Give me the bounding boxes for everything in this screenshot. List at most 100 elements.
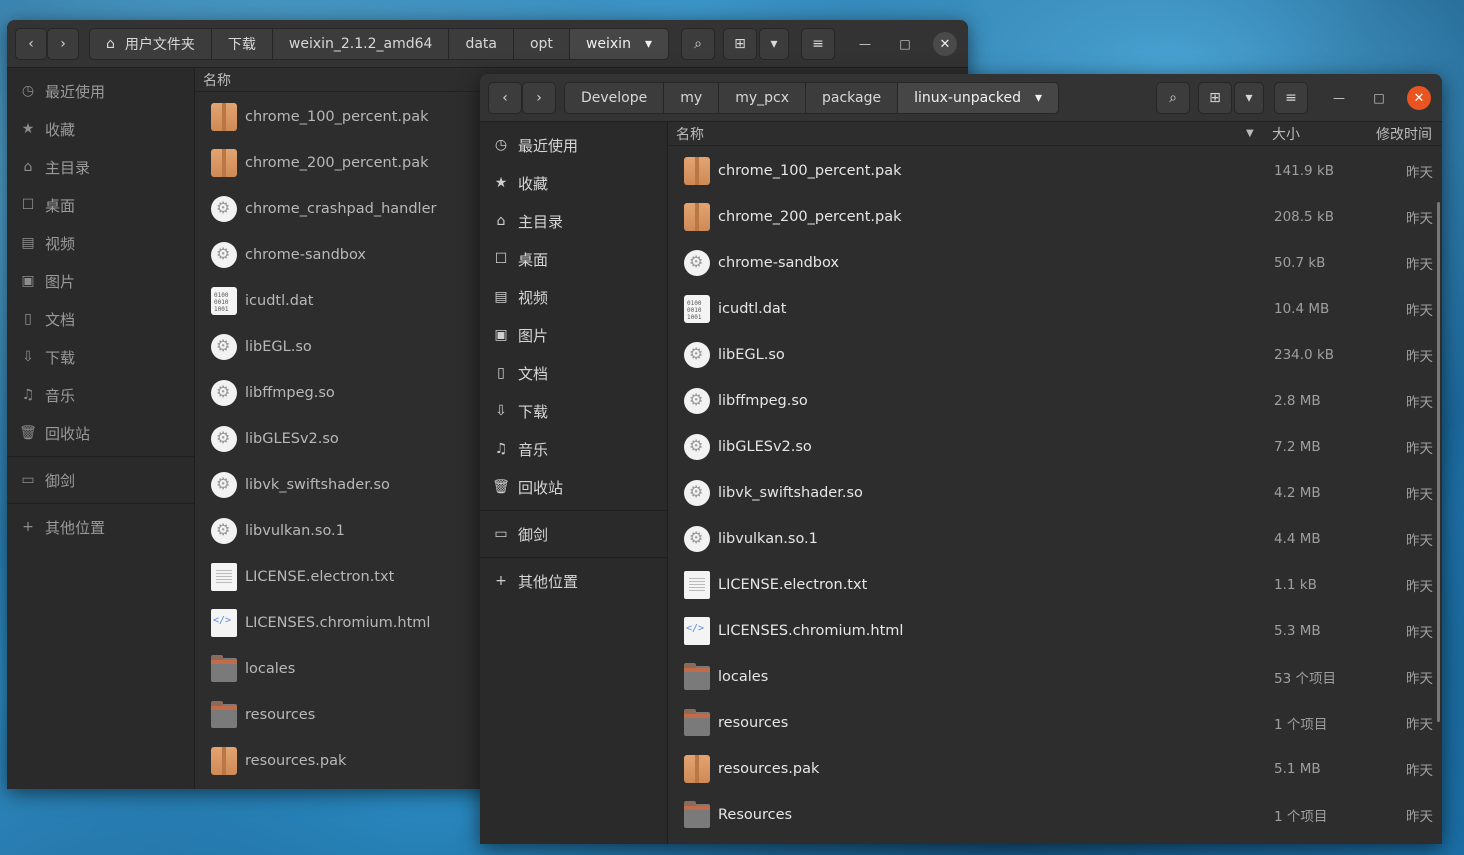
sidebar-item[interactable]: ▭ 御剑 [480,515,667,553]
forward-button[interactable]: › [47,28,79,60]
path-crumb-label: 用户文件夹 [124,37,195,53]
file-size: 10.4 MB [1274,301,1330,317]
header-bar: ‹ › Develope my my_pcx package linux-unpacke… [480,74,1442,122]
file-row[interactable]: libvulkan.so.1 4.4 MB 昨天 [668,516,1442,562]
view-grid-button[interactable]: ⊞ [1198,82,1232,114]
sidebar-item[interactable]: ⇩ 下载 [7,338,194,376]
download-icon: ⇩ [495,403,507,419]
column-size[interactable]: 大小 [1272,124,1300,144]
menu-button[interactable]: ≡ [801,28,835,60]
file-row[interactable]: LICENSES.chromium.html 5.3 MB 昨天 [668,608,1442,654]
sidebar-item[interactable]: + 其他位置 [480,562,667,600]
forward-button[interactable]: › [522,82,556,114]
sidebar-item[interactable]: ♫ 音乐 [480,430,667,468]
file-size: 50.7 kB [1274,255,1326,271]
sidebar-item[interactable]: ▯ 文档 [7,300,194,338]
close-button[interactable]: ✕ [933,32,957,56]
sidebar-item-label: 视频 [45,234,76,253]
sidebar-item[interactable]: ▤ 视频 [480,278,667,316]
file-manager-window-front[interactable]: ‹ › Develope my my_pcx package linux-unpacke… [480,74,1442,844]
file-row[interactable]: libEGL.so234.0 kB昨天 [668,332,1442,378]
minimize-button[interactable]: — [1327,86,1351,110]
file-row[interactable]: chrome-sandbox 50.7 kB 昨天 [668,240,1442,286]
view-options-button[interactable]: ▾ [759,28,789,60]
sidebar-item[interactable]: ★ 收藏 [7,110,194,148]
star-icon: ★ [21,121,35,137]
sidebar-item[interactable]: ⌂ 主目录 [7,148,194,186]
path-crumb[interactable]: data [449,29,514,59]
maximize-button[interactable]: □ [893,32,917,56]
file-row[interactable]: LICENSE.electron.txt 1.1 kB 昨天 [668,562,1442,608]
scrollbar[interactable] [1437,202,1440,722]
back-button[interactable]: ‹ [488,82,522,114]
file-modified: 昨天 [1406,763,1433,779]
header-bar: ‹ › ⌂ 用户文件夹 下载 weixin_2.1.2_amd64 data opt wei… [7,20,968,68]
sidebar-item[interactable]: ▣ 图片 [7,262,194,300]
file-row[interactable]: 0100 0010 1001 icudtl.dat 10.4 MB 昨天 [668,286,1442,332]
file-size: 1.1 kB [1274,577,1317,593]
file-modified: 昨天 [1406,579,1433,595]
path-crumb[interactable]: 下载 [212,29,273,59]
clock-icon: ◷ [494,137,508,153]
sidebar-item-label: 最近使用 [518,136,579,155]
file-size: 53 个项目 [1274,671,1336,687]
sidebar-item[interactable]: 🗑 回收站 [480,468,667,506]
sidebar-item[interactable]: + 其他位置 [7,508,194,546]
path-crumb[interactable]: my [664,83,720,113]
sidebar-item[interactable]: ▤ 视频 [7,224,194,262]
sidebar-item-label: 文档 [45,310,76,329]
back-button[interactable]: ‹ [15,28,47,60]
file-row[interactable]: libffmpeg.so 2.8 MB 昨天 [668,378,1442,424]
file-row[interactable]: locales 53 个项目 昨天 [668,654,1442,700]
path-crumb-home[interactable]: ⌂ 用户文件夹 [90,29,212,59]
column-modified[interactable]: 修改时间 [1376,124,1432,144]
star-icon: ★ [494,175,508,191]
sidebar-item[interactable]: 🗑 回收站 [7,414,194,452]
path-crumb[interactable]: my_pcx [719,83,806,113]
search-button[interactable]: ⌕ [1156,82,1190,114]
file-row[interactable]: resources 1 个项目 昨天 [668,700,1442,746]
maximize-icon: □ [1373,91,1385,105]
sidebar-item[interactable]: ★ 收藏 [480,164,667,202]
sidebar-item[interactable]: ▭ 御剑 [7,461,194,499]
view-options-button[interactable]: ▾ [1234,82,1264,114]
sidebar-item[interactable]: ☐ 桌面 [7,186,194,224]
column-name[interactable]: 名称 [203,70,231,90]
sidebar-item[interactable]: ◷ 最近使用 [480,126,667,164]
file-row[interactable]: Resources 1 个项目 昨天 [668,792,1442,838]
sidebar-item[interactable]: ◷ 最近使用 [7,72,194,110]
sidebar-item[interactable]: ♫ 音乐 [7,376,194,414]
column-name[interactable]: 名称 [676,124,704,144]
view-grid-button[interactable]: ⊞ [723,28,757,60]
file-row[interactable]: chrome_100_percent.pak 141.9 kB 昨天 [668,148,1442,194]
desktop-icon: ☐ [494,251,508,267]
path-crumb[interactable]: package [806,83,899,113]
path-crumb[interactable]: Develope [565,83,665,113]
path-crumb[interactable]: linux-unpacked ▾ [898,83,1059,113]
sidebar-item[interactable]: ▣ 图片 [480,316,667,354]
file-row[interactable]: chrome_200_percent.pak 208.5 kB 昨天 [668,194,1442,240]
file-modified: 昨天 [1406,533,1433,549]
file-row[interactable]: libvk_swiftshader.so 4.2 MB 昨天 [668,470,1442,516]
menu-button[interactable]: ≡ [1274,82,1308,114]
sidebar-item[interactable]: ☐ 桌面 [480,240,667,278]
maximize-button[interactable]: □ [1367,86,1391,110]
txt-file-icon [211,563,237,591]
search-button[interactable]: ⌕ [681,28,715,60]
sidebar-item[interactable]: ▯ 文档 [480,354,667,392]
file-name: resources.pak [718,761,820,777]
sidebar-item[interactable]: ⇩ 下载 [480,392,667,430]
path-crumb[interactable]: opt [514,29,570,59]
file-row[interactable]: libGLESv2.so 7.2 MB 昨天 [668,424,1442,470]
close-button[interactable]: ✕ [1407,86,1431,110]
path-crumb[interactable]: weixin ▾ [569,29,668,59]
document-icon: ▯ [24,311,32,327]
sidebar-item[interactable]: ⌂ 主目录 [480,202,667,240]
plus-icon: + [495,573,507,589]
exe-file-icon [684,480,710,506]
file-row[interactable]: resources.pak 5.1 MB 昨天 [668,746,1442,792]
desktop-icon: ☐ [21,197,35,213]
path-crumb[interactable]: weixin_2.1.2_amd64 [273,29,450,59]
close-icon: ✕ [1413,90,1425,106]
minimize-button[interactable]: — [853,32,877,56]
